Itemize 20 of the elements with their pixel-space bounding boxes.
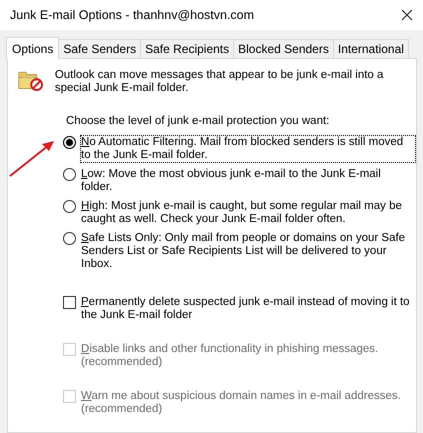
radio-button[interactable] bbox=[63, 200, 76, 213]
prompt-text: Choose the level of junk e-mail protection you want: bbox=[66, 115, 330, 127]
checkbox[interactable] bbox=[63, 296, 76, 309]
close-icon[interactable] bbox=[401, 9, 413, 21]
tab[interactable]: International bbox=[332, 39, 409, 58]
option-label: High: Most junk e-mail is caught, but some regular mail may be caught as well. Check your Junk E-mail folder often. bbox=[81, 200, 403, 226]
tab[interactable]: Safe Recipients bbox=[140, 39, 234, 58]
option-label: Low: Move the most obvious junk e-mail to the Junk E-mail folder. bbox=[81, 168, 382, 194]
intro-text: Outlook can move messages that appear to be junk e-mail into a special Junk E-mail folder. bbox=[54, 69, 384, 95]
radio-button[interactable] bbox=[63, 232, 76, 245]
checkbox-label: Warn me about suspicious domain names in e-mail addresses. (recommended) bbox=[81, 390, 402, 416]
option-label: No Automatic Filtering. Mail from blocked senders is still moved to the Junk E-mail folder. bbox=[81, 136, 415, 162]
radio-button[interactable] bbox=[63, 136, 76, 149]
checkbox-label: Permanently delete suspected junk e-mail instead of moving it to the Junk E-mail folder bbox=[81, 296, 411, 322]
window-title: Junk E-mail Options - thanhnv@hostvn.com bbox=[10, 8, 254, 22]
arrow-drawing bbox=[9, 140, 55, 178]
tab[interactable]: Options bbox=[6, 37, 60, 59]
checkbox-label: Disable links and other functionality in phishing messages. (recommended) bbox=[81, 343, 380, 369]
option-label: Safe Lists Only: Only mail from people or domains on your Safe Senders List or Safe Recipients List will be delivered to your Inbox. bbox=[81, 232, 406, 271]
radio-button[interactable] bbox=[63, 168, 76, 181]
